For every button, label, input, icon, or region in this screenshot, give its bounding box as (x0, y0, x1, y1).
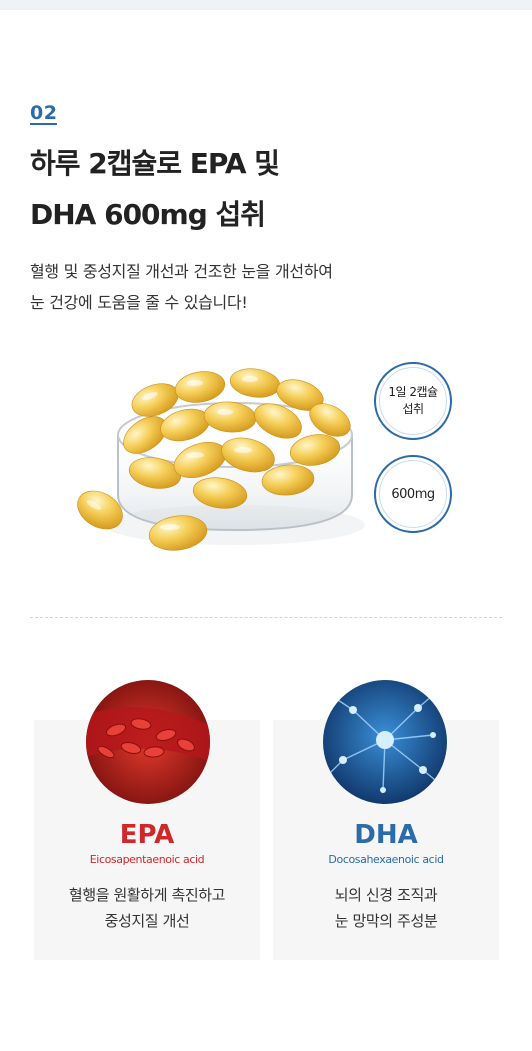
dose-badge-line2: 섭취 (402, 402, 424, 416)
epa-title: EPA (119, 820, 175, 850)
description-line2: 눈 건강에 도움을 줄 수 있습니다! (30, 293, 248, 312)
capsule-dish-image (60, 355, 370, 570)
capsule-dish-illustration (77, 368, 365, 551)
dha-text-line2: 눈 망막의 주성분 (334, 912, 438, 930)
blood-cells-icon (86, 680, 210, 804)
amount-badge: 600mg (374, 455, 452, 533)
dha-subtitle: Docosahexaenoic acid (328, 853, 444, 866)
amount-badge-text: 600mg (391, 486, 435, 502)
dha-text-line1: 뇌의 신경 조직과 (334, 886, 438, 904)
description-line1: 혈행 및 중성지질 개선과 건조한 눈을 개선하여 (30, 262, 333, 281)
dose-badge: 1일 2캡슐 섭취 (374, 362, 452, 440)
blood-vessel-image (86, 680, 210, 804)
dha-title: DHA (354, 820, 418, 850)
headline-line1: 하루 2캡슐로 EPA 및 (24, 142, 285, 182)
epa-text-line2: 중성지질 개선 (104, 912, 190, 930)
section-number: 02 (30, 102, 58, 125)
headline-line1-text: 하루 2캡슐로 EPA 및 (24, 147, 285, 180)
top-strip (0, 0, 532, 10)
section-divider (30, 617, 502, 618)
neuron-icon (323, 680, 447, 804)
epa-subtitle: Eicosapentaenoic acid (89, 853, 205, 866)
headline-line2-text: DHA 600mg 섭취 (24, 198, 271, 231)
neuron-image (323, 680, 447, 804)
epa-text-line1: 혈행을 원활하게 촉진하고 (68, 886, 226, 904)
dose-badge-line1: 1일 2캡슐 (388, 385, 438, 399)
headline-line2: DHA 600mg 섭취 (24, 193, 271, 233)
